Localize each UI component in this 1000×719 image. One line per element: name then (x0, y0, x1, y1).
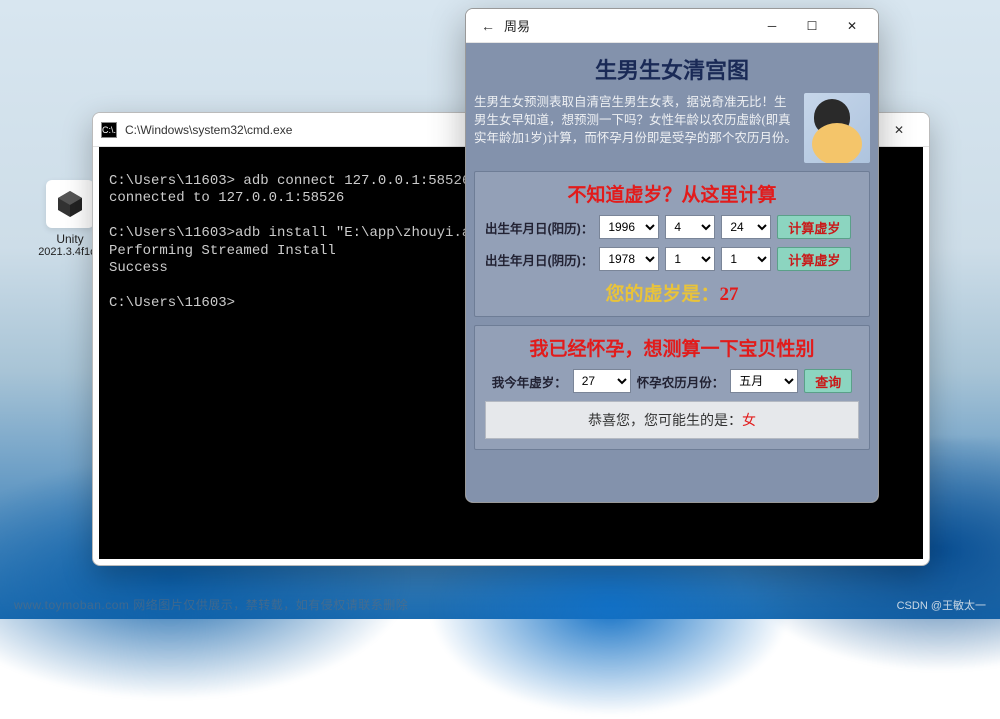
panel-calc-title: 不知道虚岁？从这里计算 (485, 180, 859, 207)
close-button[interactable]: ✕ (877, 115, 921, 145)
solar-day-select[interactable]: 24 (721, 215, 771, 239)
lunar-label: 出生年月日(阴历)： (485, 250, 593, 269)
watermark-left: www.toymoban.com 网络图片仅供展示，禁转载，如有侵权请联系删除 (14, 596, 408, 613)
zhouyi-app-window: ← 周易 ─ ☐ ✕ 生男生女清宫图 生男生女预测表取自清宫生男生女表，据说奇准… (465, 8, 879, 503)
query-button[interactable]: 查询 (804, 369, 852, 393)
solar-row: 出生年月日(阳历)： 1996 4 24 计算虚岁 (485, 215, 859, 239)
calc-lunar-button[interactable]: 计算虚岁 (777, 247, 851, 271)
app-maximize-button[interactable]: ☐ (792, 11, 832, 41)
app-titlebar[interactable]: ← 周易 ─ ☐ ✕ (466, 9, 878, 43)
solar-label: 出生年月日(阳历)： (485, 218, 593, 237)
app-body: 生男生女清宫图 生男生女预测表取自清宫生男生女表，据说奇准无比！生男生女早知道，… (466, 43, 878, 502)
predict-row: 我今年虚岁： 27 怀孕农历月份： 五月 查询 (485, 369, 859, 393)
lunar-month-select[interactable]: 1 (665, 247, 715, 271)
panel-predict-gender: 我已经怀孕，想测算一下宝贝性别 我今年虚岁： 27 怀孕农历月份： 五月 查询 … (474, 325, 870, 450)
solar-year-select[interactable]: 1996 (599, 215, 659, 239)
app-title-text: 周易 (504, 16, 752, 35)
cmd-icon: C:\. (101, 122, 117, 138)
solar-month-select[interactable]: 4 (665, 215, 715, 239)
gender-result-value: 女 (742, 414, 756, 429)
intro-row: 生男生女预测表取自清宫生男生女表，据说奇准无比！生男生女早知道，想预测一下吗？女… (474, 93, 870, 163)
back-button[interactable]: ← (472, 18, 504, 34)
gender-result-box: 恭喜您，您可能生的是：女 (485, 401, 859, 439)
age-label: 我今年虚岁： (492, 372, 567, 391)
app-close-button[interactable]: ✕ (832, 11, 872, 41)
age-result-value: 27 (720, 284, 739, 305)
app-heading: 生男生女清宫图 (474, 53, 870, 85)
lunar-row: 出生年月日(阴历)： 1978 1 1 计算虚岁 (485, 247, 859, 271)
lunar-day-select[interactable]: 1 (721, 247, 771, 271)
gender-result-prefix: 恭喜您，您可能生的是： (588, 414, 742, 429)
unity-icon (46, 180, 94, 228)
panel-calculate-age: 不知道虚岁？从这里计算 出生年月日(阳历)： 1996 4 24 计算虚岁 出生… (474, 171, 870, 317)
age-select[interactable]: 27 (573, 369, 631, 393)
intro-text: 生男生女预测表取自清宫生男生女表，据说奇准无比！生男生女早知道，想预测一下吗？女… (474, 93, 798, 163)
preg-month-label: 怀孕农历月份： (637, 372, 725, 391)
virtual-age-result: 您的虚岁是：27 (485, 279, 859, 306)
lunar-year-select[interactable]: 1978 (599, 247, 659, 271)
app-minimize-button[interactable]: ─ (752, 11, 792, 41)
pregnant-woman-image (804, 93, 870, 163)
panel-predict-title: 我已经怀孕，想测算一下宝贝性别 (485, 334, 859, 361)
watermark-right: CSDN @王敏太一 (897, 597, 986, 613)
age-result-prefix: 您的虚岁是： (605, 284, 719, 305)
calc-solar-button[interactable]: 计算虚岁 (777, 215, 851, 239)
preg-month-select[interactable]: 五月 (730, 369, 798, 393)
